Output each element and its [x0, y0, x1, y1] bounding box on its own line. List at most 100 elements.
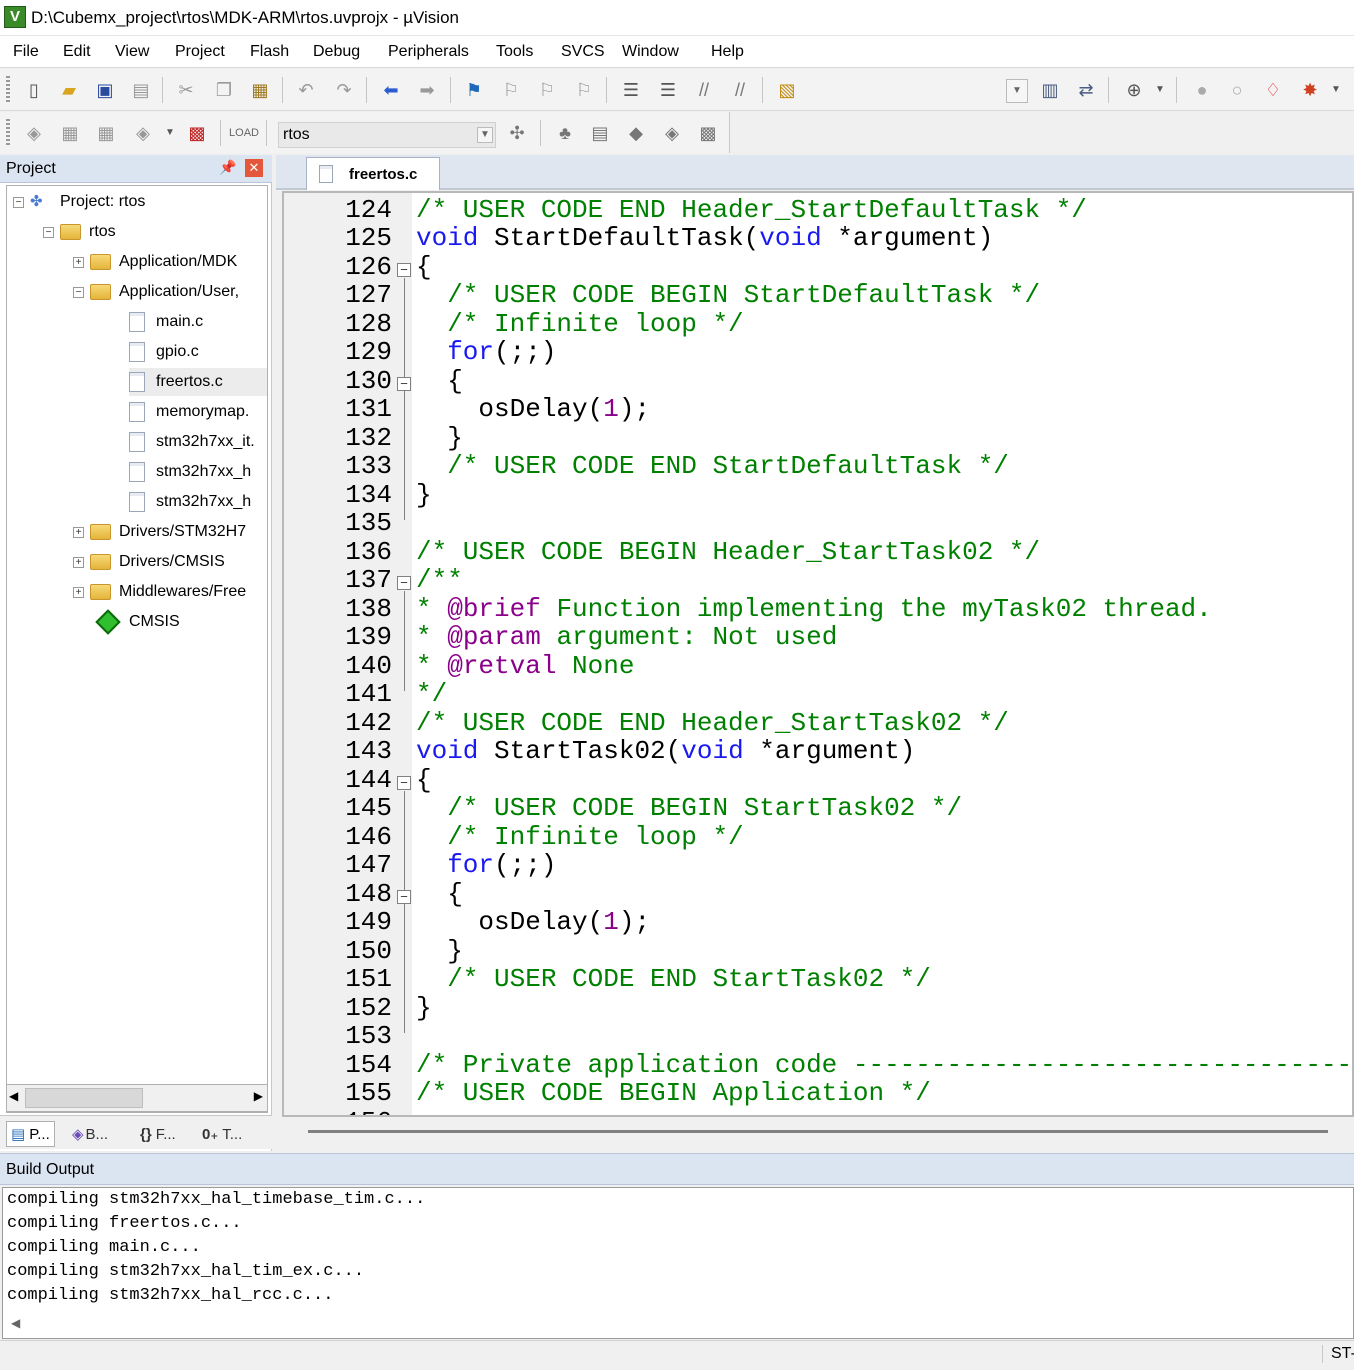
next-bookmark-icon[interactable]: ⚐: [533, 77, 561, 103]
select-packs-icon[interactable]: ◆: [622, 120, 650, 146]
disable-breakpoint-icon[interactable]: ○: [1223, 77, 1251, 103]
kill-breakpoints-icon[interactable]: ♢: [1259, 77, 1287, 103]
redo-icon[interactable]: ↷: [330, 77, 358, 103]
clear-bookmarks-icon[interactable]: ⚐: [570, 77, 598, 103]
fold-icon[interactable]: −: [397, 263, 411, 277]
target-select[interactable]: rtos ▼: [278, 122, 496, 148]
menu-peripherals[interactable]: Peripherals: [388, 43, 469, 61]
tree-horizontal-scrollbar[interactable]: ◀ ▶: [6, 1084, 268, 1112]
save-all-icon[interactable]: ▤: [127, 77, 155, 103]
menu-debug[interactable]: Debug: [313, 43, 360, 61]
fold-icon[interactable]: −: [397, 377, 411, 391]
close-icon[interactable]: ✕: [245, 159, 263, 177]
menu-window[interactable]: Window: [622, 43, 679, 61]
pack-installer-icon[interactable]: ◈: [658, 120, 686, 146]
tree-item-group[interactable]: + Drivers/STM32H7: [73, 518, 246, 546]
tree-item-project[interactable]: − ✤ Project: rtos: [13, 188, 145, 216]
configure-dropdown-icon[interactable]: ▼: [1322, 77, 1350, 103]
navigate-forward-icon[interactable]: ➡: [413, 77, 441, 103]
comment-selection-icon[interactable]: //: [690, 77, 718, 103]
expand-icon[interactable]: +: [73, 256, 84, 268]
toolbar-grip[interactable]: [6, 76, 10, 104]
scroll-left-icon[interactable]: ◀: [9, 1089, 18, 1103]
scrollbar-thumb[interactable]: [308, 1130, 1328, 1133]
save-icon[interactable]: ▣: [91, 77, 119, 103]
tree-item-file[interactable]: main.c: [129, 308, 203, 336]
menu-view[interactable]: View: [115, 43, 149, 61]
uncomment-selection-icon[interactable]: //: [726, 77, 754, 103]
insert-bookmark-icon[interactable]: ⚑: [460, 77, 488, 103]
file-extensions-icon[interactable]: ♣: [551, 120, 579, 146]
tab-freertos-c[interactable]: freertos.c: [306, 157, 440, 190]
collapse-icon[interactable]: −: [43, 226, 54, 238]
tab-project[interactable]: ▤ P...: [6, 1121, 55, 1147]
unindent-icon[interactable]: ☰: [654, 77, 682, 103]
indent-icon[interactable]: ☰: [617, 77, 645, 103]
menu-help[interactable]: Help: [711, 43, 744, 61]
open-file-icon[interactable]: ▰: [55, 77, 83, 103]
new-file-icon[interactable]: ▯: [20, 77, 48, 103]
tree-item-group[interactable]: + Drivers/CMSIS: [73, 548, 225, 576]
toolbar-grip-2[interactable]: [6, 119, 10, 147]
menu-project[interactable]: Project: [175, 43, 225, 61]
zoom-icon[interactable]: ⊕: [1120, 77, 1148, 103]
build-icon[interactable]: ▦: [56, 120, 84, 146]
editor-horizontal-scrollbar[interactable]: [282, 1117, 1354, 1145]
menu-tools[interactable]: Tools: [496, 43, 533, 61]
tab-templates[interactable]: 0₊ T...: [202, 1121, 242, 1147]
code-editor[interactable]: 124 125 126 127 128 129 130 131 132 133 …: [282, 191, 1354, 1117]
collapse-icon[interactable]: −: [13, 196, 24, 208]
tree-item-group[interactable]: + Middlewares/Free: [73, 578, 246, 606]
translate-icon[interactable]: ◈: [20, 120, 48, 146]
stop-build-icon[interactable]: ▩: [183, 120, 211, 146]
menu-svcs[interactable]: SVCS: [561, 43, 605, 61]
tree-item-file[interactable]: gpio.c: [129, 338, 199, 366]
expand-icon[interactable]: +: [73, 556, 84, 568]
fold-icon[interactable]: −: [397, 576, 411, 590]
previous-bookmark-icon[interactable]: ⚐: [497, 77, 525, 103]
incremental-find-icon[interactable]: ▥: [1036, 77, 1064, 103]
options-for-target-icon[interactable]: ✣: [503, 120, 531, 146]
tab-functions[interactable]: {} F...: [140, 1121, 176, 1147]
expand-icon[interactable]: +: [73, 526, 84, 538]
menu-edit[interactable]: Edit: [63, 43, 91, 61]
tree-item-group[interactable]: + Application/MDK: [73, 248, 237, 276]
pin-icon[interactable]: 📌: [219, 159, 236, 176]
undo-icon[interactable]: ↶: [292, 77, 320, 103]
rebuild-icon[interactable]: ▦: [92, 120, 120, 146]
paste-icon[interactable]: ▦: [246, 77, 274, 103]
expand-icon[interactable]: +: [73, 586, 84, 598]
find-in-files-icon[interactable]: ▧: [773, 77, 801, 103]
configure-icon[interactable]: ✸: [1296, 77, 1324, 103]
tab-books[interactable]: ◈ B...: [72, 1121, 108, 1147]
navigate-back-icon[interactable]: ⬅: [377, 77, 405, 103]
tree-item-file-selected[interactable]: freertos.c: [129, 368, 267, 396]
find-replace-icon[interactable]: ⇄: [1072, 77, 1100, 103]
menu-file[interactable]: File: [13, 43, 39, 61]
manage-project-items-icon[interactable]: ▤: [586, 120, 614, 146]
tree-item-file[interactable]: stm32h7xx_h: [129, 458, 251, 486]
tree-item-rtos[interactable]: − rtos: [43, 218, 116, 246]
menu-flash[interactable]: Flash: [250, 43, 289, 61]
breakpoint-icon[interactable]: ●: [1188, 77, 1216, 103]
scroll-right-icon[interactable]: ▶: [254, 1089, 263, 1103]
build-output-text[interactable]: compiling stm32h7xx_hal_timebase_tim.c..…: [2, 1187, 1354, 1339]
tree-item-file[interactable]: stm32h7xx_h: [129, 488, 251, 516]
download-icon[interactable]: LOAD: [229, 120, 259, 146]
batch-build-dropdown-icon[interactable]: ▼: [156, 120, 184, 146]
zoom-dropdown-icon[interactable]: ▼: [1146, 77, 1174, 103]
fold-icon[interactable]: −: [397, 776, 411, 790]
scrollbar-thumb[interactable]: [25, 1088, 143, 1108]
find-dropdown-icon[interactable]: ▼: [1006, 79, 1028, 103]
scroll-left-icon[interactable]: ◀: [11, 1316, 20, 1330]
copy-icon[interactable]: ❐: [210, 77, 238, 103]
fold-icon[interactable]: −: [397, 890, 411, 904]
tree-item-component[interactable]: CMSIS: [93, 608, 180, 636]
cut-icon[interactable]: ✂: [172, 77, 200, 103]
tree-item-group[interactable]: − Application/User,: [73, 278, 239, 306]
manage-runtime-environment-icon[interactable]: ▩: [694, 120, 722, 146]
collapse-icon[interactable]: −: [73, 286, 84, 298]
tree-item-file[interactable]: memorymap.: [129, 398, 249, 426]
batch-build-icon[interactable]: ◈: [129, 120, 157, 146]
tree-item-file[interactable]: stm32h7xx_it.: [129, 428, 255, 456]
